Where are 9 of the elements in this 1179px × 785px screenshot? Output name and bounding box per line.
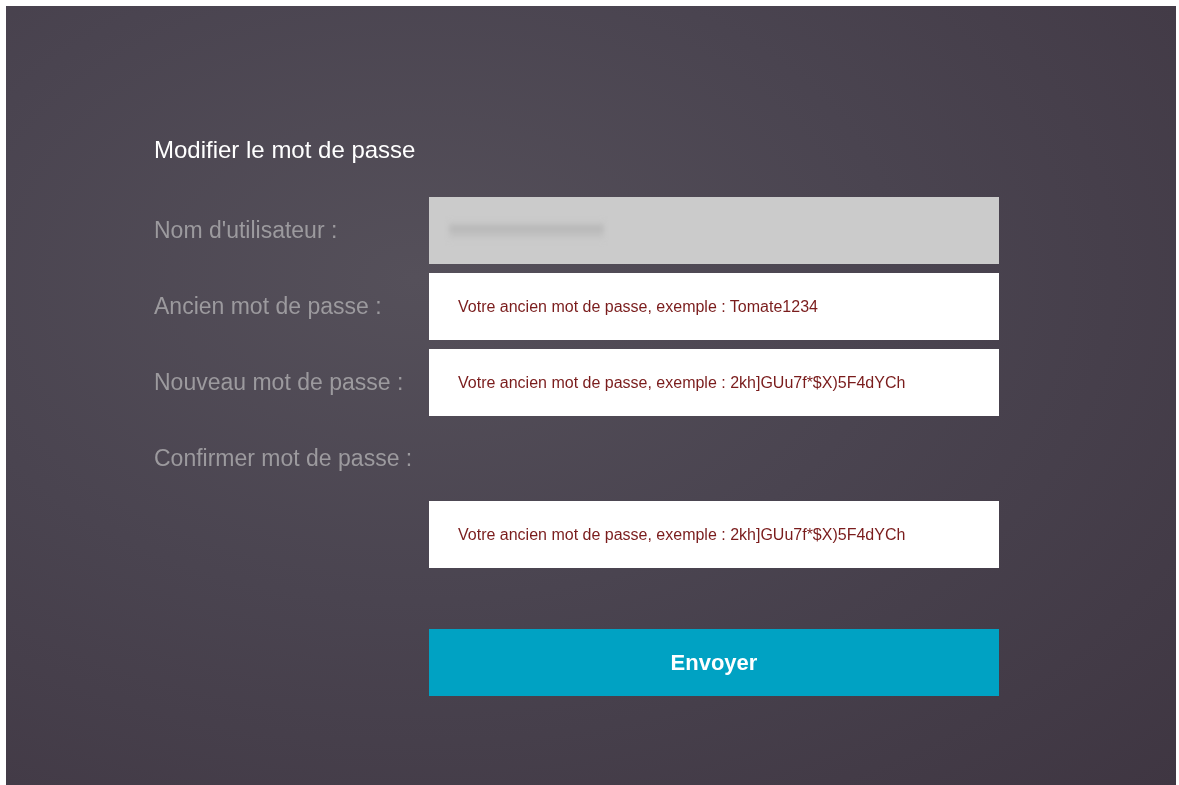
field-label: Nom d'utilisateur : bbox=[154, 217, 339, 244]
submit-button[interactable]: Envoyer bbox=[429, 629, 999, 696]
field-label: Ancien mot de passe : bbox=[154, 293, 383, 320]
field-label: Confirmer mot de passe : bbox=[154, 444, 414, 473]
password-input-field[interactable]: Votre ancien mot de passe, exemple : Tomate1234 bbox=[429, 273, 999, 340]
field-label: Nouveau mot de passe : bbox=[154, 369, 405, 396]
password-input-field[interactable]: Votre ancien mot de passe, exemple : 2kh]GUu7f*$X)5F4dYCh bbox=[429, 349, 999, 416]
form-title: Modifier le mot de passe bbox=[154, 136, 417, 164]
password-input-field[interactable]: Votre ancien mot de passe, exemple : 2kh]GUu7f*$X)5F4dYCh bbox=[429, 501, 999, 568]
